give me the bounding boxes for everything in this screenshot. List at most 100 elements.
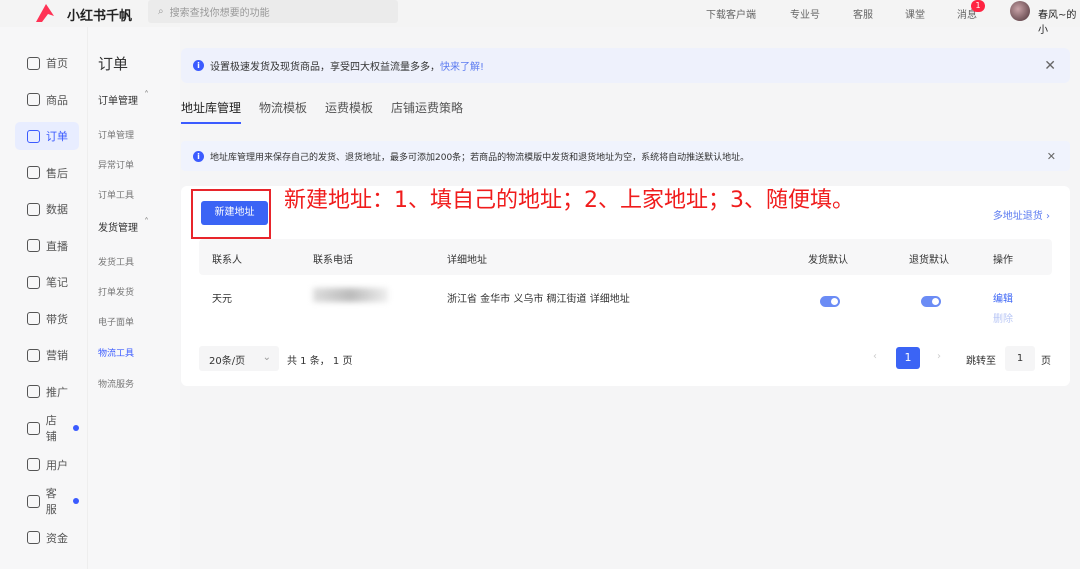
service-icon: [27, 494, 40, 508]
banner-text: 设置极速发货及现货商品，享受四大权益流量多多，: [210, 62, 440, 73]
new-address-button[interactable]: 新建地址: [201, 201, 268, 225]
subnav-item[interactable]: 订单管理: [98, 128, 134, 141]
sidebar-item[interactable]: 资金: [15, 524, 79, 552]
page-1-button[interactable]: 1: [896, 347, 920, 369]
subnav-item[interactable]: 电子面单: [98, 315, 134, 328]
col-phone: 联系电话: [313, 255, 353, 266]
pagination-summary: 共 1 条， 1 页: [287, 356, 353, 367]
chevron-right-icon: ›: [1046, 211, 1050, 222]
sub-nav: 订单 订单管理 ˄ 订单管理 异常订单 订单工具 发货管理 ˄ 发货工具 打单发货 …: [88, 27, 180, 569]
subnav-item-active[interactable]: 物流工具: [98, 346, 134, 359]
sidebar-item[interactable]: 店铺: [15, 414, 79, 443]
banner-link[interactable]: 快来了解!: [440, 58, 484, 73]
jump-page-input[interactable]: 1: [1005, 346, 1035, 371]
sidebar-item[interactable]: 带货: [15, 305, 79, 333]
chart-icon: [27, 202, 40, 216]
sidebar-item-label: 用户: [46, 458, 68, 472]
address-cell: 浙江省 金华市 义乌市 稠江街道 详细地址: [447, 294, 630, 305]
sidebar-item[interactable]: 直播: [15, 232, 79, 260]
download-client-link[interactable]: 下载客户端: [706, 6, 756, 21]
group-shipping-management[interactable]: 发货管理: [98, 219, 138, 234]
ship-default-toggle[interactable]: [820, 296, 840, 307]
sidebar-item[interactable]: 数据: [15, 195, 79, 223]
sidebar-item-label: 商品: [46, 93, 68, 107]
notification-dot: [73, 425, 79, 431]
sidebar-item[interactable]: 商品: [15, 86, 79, 114]
classroom-link[interactable]: 课堂: [905, 6, 925, 21]
sidebar-item-label: 推广: [46, 385, 68, 399]
aftersale-icon: [27, 166, 40, 179]
search-input[interactable]: ⌕ 搜索查找你想要的功能: [148, 0, 398, 23]
sidebar-item-label: 数据: [46, 203, 68, 216]
subnav-item[interactable]: 订单工具: [98, 188, 134, 201]
close-icon[interactable]: ✕: [1044, 58, 1056, 74]
subnav-title: 订单: [98, 55, 129, 73]
subnav-item[interactable]: 异常订单: [98, 158, 134, 171]
close-icon[interactable]: ✕: [1047, 150, 1056, 163]
sidebar-item-label: 营销: [46, 349, 68, 362]
sidebar-item-label: 首页: [46, 57, 68, 70]
notice-text: 地址库管理用来保存自己的发货、退货地址，最多可添加200条；若商品的物流模版中发…: [210, 152, 750, 163]
sidebar-item-label: 笔记: [46, 276, 68, 289]
sidebar-item[interactable]: 笔记: [15, 268, 79, 296]
sidebar-item[interactable]: 客服: [15, 487, 79, 516]
tab-address-library[interactable]: 地址库管理: [181, 99, 242, 124]
message-badge: 1: [971, 0, 985, 12]
col-actions: 操作: [993, 255, 1013, 266]
sidebar-item[interactable]: 营销: [15, 341, 79, 369]
order-icon: [27, 129, 40, 143]
table-header: 联系人 联系电话 详细地址 发货默认 退货默认 操作: [199, 239, 1052, 275]
contact-cell: 天元: [212, 294, 232, 305]
annotation-text: 新建地址：1、填自己的地址；2、上家地址；3、随便填。: [284, 188, 854, 213]
logo-icon: [36, 4, 54, 22]
tab-freight-template[interactable]: 运费模板: [325, 99, 373, 124]
tabs: 地址库管理 物流模板 运费模板 店铺运费策略: [181, 99, 463, 124]
sidebar-item-label: 客服: [45, 487, 57, 516]
sidebar-item[interactable]: 首页: [15, 49, 79, 77]
prev-page-icon[interactable]: ‹: [873, 351, 877, 362]
home-icon: [27, 56, 40, 70]
promote-icon: [27, 385, 40, 398]
bag-icon: [27, 93, 40, 106]
group-order-management[interactable]: 订单管理: [98, 92, 138, 107]
sidebar-item[interactable]: 售后: [15, 159, 79, 187]
jump-label: 跳转至: [966, 356, 996, 367]
sidebar-item-label: 售后: [46, 166, 68, 180]
megaphone-icon: [27, 348, 40, 362]
sidebar-item[interactable]: 推广: [15, 378, 79, 406]
notification-dot: [73, 498, 79, 504]
customer-service-link[interactable]: 客服: [853, 6, 873, 21]
info-icon: i: [193, 150, 204, 162]
pro-account-link[interactable]: 专业号: [790, 6, 820, 21]
brand-name: 小红书千帆: [67, 9, 133, 24]
page-size-select[interactable]: 20条/页 ⌄: [199, 346, 279, 371]
col-ship-default: 发货默认: [808, 255, 848, 266]
sidebar-item-label: 直播: [46, 239, 68, 253]
sidebar-item[interactable]: 用户: [15, 451, 79, 479]
chevron-down-icon: ⌄: [262, 352, 271, 363]
subnav-item[interactable]: 发货工具: [98, 255, 134, 268]
users-icon: [27, 458, 40, 471]
promo-banner: i 设置极速发货及现货商品，享受四大权益流量多多， 快来了解! ✕: [181, 48, 1070, 83]
return-default-toggle[interactable]: [921, 296, 941, 307]
subnav-item[interactable]: 打单发货: [98, 285, 134, 298]
subnav-item[interactable]: 物流服务: [98, 377, 134, 390]
multi-address-return-link[interactable]: 多地址退货 ›: [993, 207, 1050, 222]
next-page-icon[interactable]: ›: [937, 351, 941, 362]
avatar[interactable]: [1010, 1, 1030, 21]
delete-link[interactable]: 删除: [993, 310, 1013, 325]
phone-cell-blurred: [313, 288, 388, 302]
tab-store-freight-policy[interactable]: 店铺运费策略: [391, 99, 463, 124]
search-icon: ⌕: [158, 6, 164, 17]
page-suffix: 页: [1041, 356, 1051, 367]
notice-bar: i 地址库管理用来保存自己的发货、退货地址，最多可添加200条；若商品的物流模版…: [181, 141, 1070, 171]
sidebar-item-label: 订单: [46, 130, 68, 143]
edit-link[interactable]: 编辑: [993, 290, 1013, 305]
sidebar: 首页商品订单售后数据直播笔记带货营销推广店铺用户客服资金: [0, 27, 88, 569]
user-name[interactable]: 春风~的小: [1038, 6, 1080, 36]
goods-icon: [27, 312, 40, 325]
sidebar-item-label: 带货: [46, 312, 68, 326]
col-return-default: 退货默认: [909, 255, 949, 266]
sidebar-item[interactable]: 订单: [15, 122, 79, 150]
tab-logistics-template[interactable]: 物流模板: [259, 99, 307, 124]
